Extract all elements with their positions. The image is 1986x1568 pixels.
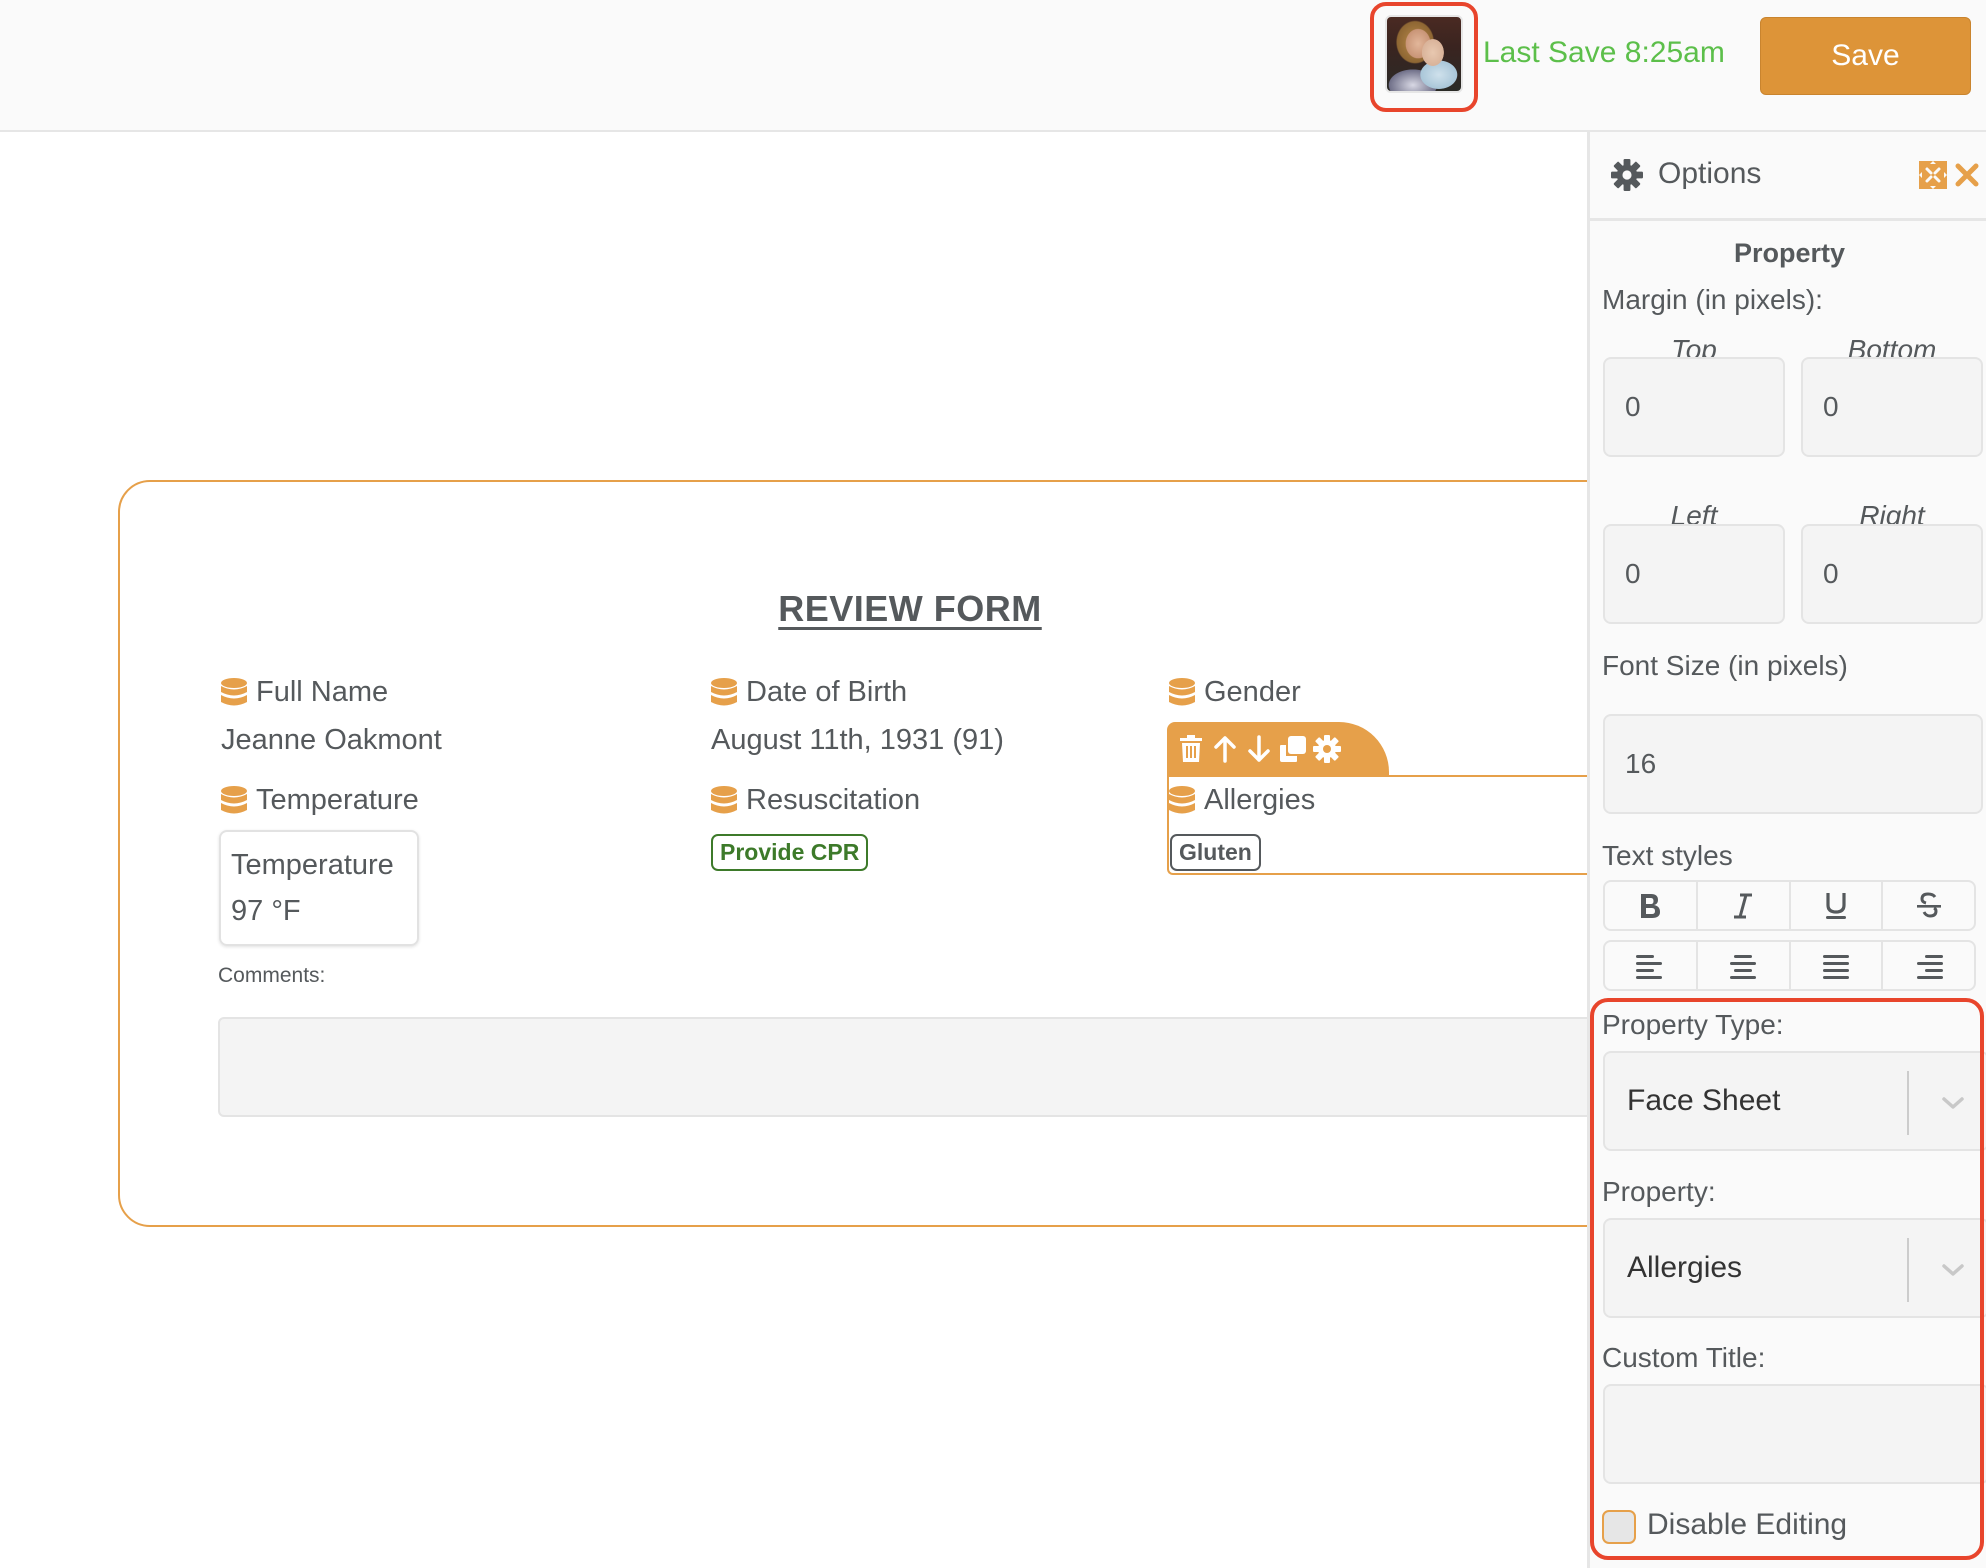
align-left-button[interactable] bbox=[1605, 942, 1698, 989]
database-icon bbox=[711, 677, 737, 705]
align-justify-button[interactable] bbox=[1791, 942, 1884, 989]
field-label-text: Gender bbox=[1204, 676, 1301, 708]
field-label-text: Resuscitation bbox=[746, 784, 921, 816]
avatar[interactable] bbox=[1385, 15, 1463, 93]
align-left-icon bbox=[1636, 954, 1663, 979]
property-value: Allergies bbox=[1627, 1251, 1743, 1284]
field-resuscitation[interactable]: Resuscitation bbox=[710, 784, 920, 817]
property-select[interactable]: Allergies bbox=[1603, 1218, 1986, 1318]
gear-icon[interactable] bbox=[1313, 734, 1341, 764]
options-title: Options bbox=[1658, 157, 1762, 190]
field-full-name[interactable]: Full Name bbox=[220, 676, 388, 709]
top-bar: Last Save 8:25am Save bbox=[0, 0, 1986, 132]
date-of-birth-value: August 11th, 1931 (91) bbox=[711, 724, 1004, 756]
alignment-buttons bbox=[1603, 940, 1976, 991]
align-center-button[interactable] bbox=[1698, 942, 1791, 989]
allergy-badge: Gluten bbox=[1170, 834, 1261, 871]
last-save-status: Last Save 8:25am bbox=[1483, 36, 1725, 69]
database-icon bbox=[1169, 785, 1195, 813]
chevron-down-icon bbox=[1942, 1097, 1964, 1109]
bold-icon bbox=[1641, 893, 1661, 918]
database-icon bbox=[1169, 677, 1195, 705]
text-style-buttons bbox=[1603, 880, 1976, 931]
options-panel: Options Property Margin (in pixels): Top… bbox=[1587, 132, 1986, 1568]
text-styles-label: Text styles bbox=[1602, 840, 1733, 871]
align-justify-icon bbox=[1822, 954, 1849, 979]
margin-top-input[interactable]: 0 bbox=[1603, 357, 1785, 457]
form-title: REVIEW FORM bbox=[778, 588, 1042, 629]
close-icon[interactable] bbox=[1954, 162, 1980, 188]
bold-button[interactable] bbox=[1605, 882, 1698, 929]
property-heading: Property bbox=[1733, 238, 1846, 268]
font-size-input[interactable]: 16 bbox=[1603, 714, 1983, 814]
temperature-card-title: Temperature bbox=[231, 849, 394, 881]
margin-label: Margin (in pixels): bbox=[1602, 284, 1823, 315]
align-center-icon bbox=[1730, 954, 1757, 979]
trash-icon[interactable] bbox=[1177, 734, 1205, 764]
temperature-card: Temperature 97 °F bbox=[219, 830, 419, 946]
select-separator bbox=[1907, 1238, 1909, 1302]
comments-input[interactable] bbox=[218, 1017, 1598, 1117]
resuscitation-badge: Provide CPR bbox=[711, 834, 869, 871]
property-type-value: Face Sheet bbox=[1627, 1084, 1781, 1117]
font-size-label: Font Size (in pixels) bbox=[1602, 650, 1848, 681]
strikethrough-icon bbox=[1916, 891, 1941, 918]
comments-label: Comments: bbox=[218, 964, 326, 987]
custom-title-input[interactable] bbox=[1603, 1384, 1986, 1484]
gear-icon bbox=[1611, 159, 1643, 191]
property-type-select[interactable]: Face Sheet bbox=[1603, 1051, 1986, 1151]
italic-button[interactable] bbox=[1698, 882, 1791, 929]
full-name-value: Jeanne Oakmont bbox=[221, 724, 442, 756]
underline-button[interactable] bbox=[1791, 882, 1884, 929]
chevron-down-icon bbox=[1942, 1264, 1964, 1276]
disable-editing-label: Disable Editing bbox=[1647, 1508, 1848, 1541]
field-temperature[interactable]: Temperature bbox=[220, 784, 419, 817]
align-right-icon bbox=[1916, 954, 1943, 979]
field-allergies[interactable]: Allergies bbox=[1168, 784, 1315, 817]
temperature-card-value: 97 °F bbox=[231, 895, 301, 927]
align-right-button[interactable] bbox=[1883, 942, 1974, 989]
element-toolbar bbox=[1167, 722, 1389, 776]
expand-icon[interactable] bbox=[1919, 161, 1947, 189]
margin-right-input[interactable]: 0 bbox=[1801, 524, 1983, 624]
field-gender[interactable]: Gender bbox=[1168, 676, 1301, 709]
property-type-label: Property Type: bbox=[1602, 1009, 1784, 1040]
database-icon bbox=[221, 677, 247, 705]
field-date-of-birth[interactable]: Date of Birth bbox=[710, 676, 907, 709]
strikethrough-button[interactable] bbox=[1883, 882, 1974, 929]
save-button[interactable]: Save bbox=[1760, 17, 1971, 95]
italic-icon bbox=[1734, 893, 1753, 918]
database-icon bbox=[711, 785, 737, 813]
options-panel-header: Options bbox=[1590, 132, 1986, 221]
disable-editing-checkbox[interactable] bbox=[1602, 1510, 1636, 1544]
duplicate-icon[interactable] bbox=[1279, 734, 1307, 764]
margin-bottom-input[interactable]: 0 bbox=[1801, 357, 1983, 457]
arrow-up-icon[interactable] bbox=[1211, 734, 1239, 764]
underline-icon bbox=[1825, 892, 1846, 919]
margin-left-input[interactable]: 0 bbox=[1603, 524, 1785, 624]
field-label-text: Full Name bbox=[256, 676, 389, 708]
field-label-text: Temperature bbox=[256, 784, 419, 816]
arrow-down-icon[interactable] bbox=[1245, 734, 1273, 764]
select-separator bbox=[1907, 1071, 1909, 1135]
field-label-text: Allergies bbox=[1204, 784, 1316, 816]
custom-title-label: Custom Title: bbox=[1602, 1342, 1766, 1373]
property-label: Property: bbox=[1602, 1176, 1716, 1207]
database-icon bbox=[221, 785, 247, 813]
field-label-text: Date of Birth bbox=[746, 676, 908, 708]
